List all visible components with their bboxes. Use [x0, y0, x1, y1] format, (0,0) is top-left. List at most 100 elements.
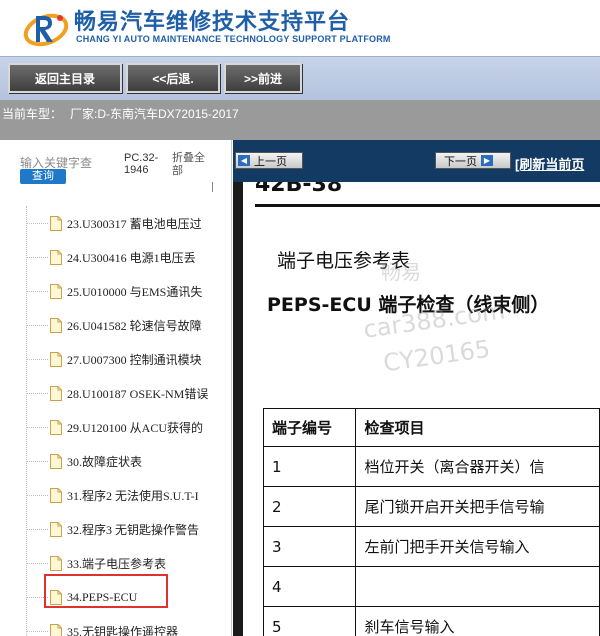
table-row: 4 [262, 566, 600, 607]
check-item-cell [355, 566, 600, 607]
back-button[interactable]: <<后退. [126, 63, 220, 93]
logo-icon [23, 13, 69, 47]
tree-branch-line [26, 427, 48, 428]
document-icon [50, 487, 62, 503]
table-header: 端子编号 [262, 408, 357, 447]
tree-item-label: 27.U007300 控制通讯模块 [67, 352, 202, 367]
tree-item-label: 28.U100187 OSEK-NM错误 [67, 386, 209, 401]
document-icon [50, 521, 62, 537]
table-body: 1 档位开关（离合器开关）信 2 尾门锁开启开关把手信号输 3 左前门把手开关信号输入 4 5… [262, 446, 600, 636]
tree-item[interactable]: 24.U300416 电源1电压丢 [50, 240, 231, 274]
check-item-cell: 左前门把手开关信号输入 [355, 526, 600, 567]
tree-item-label: 33.端子电压参考表 [67, 556, 167, 571]
tree-item[interactable]: 28.U100187 OSEK-NM错误 [50, 376, 231, 410]
tree-item-label: 32.程序3 无钥匙操作警告 [67, 522, 200, 537]
doc-code: 42B-38 [255, 182, 343, 197]
doc-rule [255, 204, 600, 207]
tree-branch-line [26, 291, 48, 292]
tree-branch-line [26, 631, 48, 632]
tree-branch-line [26, 325, 48, 326]
tree-item-label: 25.U010000 与EMS通讯失 [67, 284, 203, 299]
arrow-right-icon: ▶ [481, 155, 493, 166]
watermark-line: 畅易 [381, 260, 421, 284]
tree-branch-line [26, 257, 48, 258]
refresh-link[interactable]: [刷新当前页 [515, 154, 584, 173]
divider [212, 182, 213, 192]
vehicle-label: 当前车型： [2, 107, 63, 121]
table-row: 2 尾门锁开启开关把手信号输 [262, 486, 600, 527]
tree-branch-line [26, 529, 48, 530]
table-row: 5 刹车信号输入 [262, 606, 600, 636]
terminal-number-cell: 2 [262, 486, 357, 527]
arrow-left-icon: ◀ [238, 155, 250, 166]
tree-item-label: 26.U041582 轮速信号故障 [67, 318, 202, 333]
terminal-number-cell: 3 [262, 526, 357, 567]
header: 畅易汽车维修技术支持平台 CHANG YI AUTO MAINTENANCE T… [0, 0, 600, 56]
tree-item[interactable]: 23.U300317 蓄电池电压过 [50, 206, 231, 240]
table-header-row: 端子编号 检查项目 [262, 408, 600, 447]
app-title: 畅易汽车维修技术支持平台 [74, 10, 351, 35]
collapse-all-button[interactable]: 折叠全部 [172, 152, 212, 178]
tree-branch-line [26, 223, 48, 224]
terminal-number-cell: 4 [262, 566, 357, 607]
document-icon [50, 385, 62, 401]
document-page: 42B-38 端子电压参考表 PEPS-ECU 端子检查（线束侧） 畅易 car… [243, 182, 600, 636]
selected-item-highlight [44, 574, 168, 608]
table-row: 3 左前门把手开关信号输入 [262, 526, 600, 567]
check-item-cell: 档位开关（离合器开关）信 [355, 446, 600, 487]
tree-item-label: 24.U300416 电源1电压丢 [67, 250, 196, 265]
document-icon [50, 283, 62, 299]
next-page-label: 下一页 [444, 155, 477, 168]
document-icon [50, 623, 62, 636]
watermark-line: CY20165 [381, 334, 492, 378]
tree-item[interactable]: 35.无钥匙操作遥控器 [50, 614, 231, 636]
tree-branch-line [26, 461, 48, 462]
query-button[interactable]: 查询 [20, 169, 66, 184]
toolbar: 返回主目录 <<后退. >>前进 [0, 56, 600, 100]
document-icon [50, 419, 62, 435]
sidebar: 输入关键字查 查询 PC.32-1946 折叠全部 23.U300317 蓄电池… [0, 140, 232, 636]
back-home-button[interactable]: 返回主目录 [8, 63, 122, 93]
document-icon [50, 453, 62, 469]
tree-branch-line [26, 495, 48, 496]
tree-item-label: 23.U300317 蓄电池电压过 [67, 216, 202, 231]
document-icon [50, 555, 62, 571]
vehicle-bar: 当前车型： 厂家:D-东南汽车DX72015-2017 [0, 100, 600, 140]
tree-item-label: 29.U120100 从ACU获得的 [67, 420, 204, 435]
prev-page-button[interactable]: ◀ 上一页 [235, 152, 303, 169]
tree-item[interactable]: 29.U120100 从ACU获得的 [50, 410, 231, 444]
forward-button[interactable]: >>前进 [224, 63, 302, 93]
vehicle-value: 厂家:D-东南汽车DX72015-2017 [70, 107, 239, 121]
tree-item[interactable]: 30.故障症状表 [50, 444, 231, 478]
tree-branch-line [26, 563, 48, 564]
document-icon [50, 317, 62, 333]
check-item-cell: 尾门锁开启开关把手信号输 [355, 486, 600, 527]
tree-item[interactable]: 31.程序2 无法使用S.U.T-I [50, 478, 231, 512]
document-icon [50, 249, 62, 265]
tree-item-label: 30.故障症状表 [67, 454, 143, 469]
app-subtitle: CHANG YI AUTO MAINTENANCE TECHNOLOGY SUP… [76, 34, 391, 44]
tree-item-label: 31.程序2 无法使用S.U.T-I [67, 488, 199, 503]
document-icon [50, 215, 62, 231]
viewer: ◀ 上一页 下一页 ▶ [刷新当前页 42B-38 端子电压参考表 PEPS-E… [233, 140, 600, 636]
tree-item[interactable]: 26.U041582 轮速信号故障 [50, 308, 231, 342]
terminal-table: 端子编号 检查项目 1 档位开关（离合器开关）信 2 尾门锁开启开关把手信号输 3 左前门… [262, 408, 600, 636]
tree-item-label: 35.无钥匙操作遥控器 [67, 624, 179, 636]
next-page-button[interactable]: 下一页 ▶ [435, 152, 511, 169]
tree-item[interactable]: 27.U007300 控制通讯模块 [50, 342, 231, 376]
terminal-number-cell: 5 [262, 606, 357, 636]
tree-item[interactable]: 32.程序3 无钥匙操作警告 [50, 512, 231, 546]
tree-guide-line [26, 206, 27, 636]
viewer-nav: ◀ 上一页 下一页 ▶ [刷新当前页 [233, 140, 600, 182]
app-window: 畅易汽车维修技术支持平台 CHANG YI AUTO MAINTENANCE T… [0, 0, 600, 636]
pc-label: PC.32-1946 [124, 152, 159, 176]
tree-branch-line [26, 359, 48, 360]
check-item-cell: 刹车信号输入 [355, 606, 600, 636]
table-header: 检查项目 [355, 408, 600, 447]
tree-item[interactable]: 25.U010000 与EMS通讯失 [50, 274, 231, 308]
prev-page-label: 上一页 [254, 155, 287, 168]
tree-branch-line [26, 393, 48, 394]
table-row: 1 档位开关（离合器开关）信 [262, 446, 600, 487]
terminal-number-cell: 1 [262, 446, 357, 487]
document-icon [50, 351, 62, 367]
